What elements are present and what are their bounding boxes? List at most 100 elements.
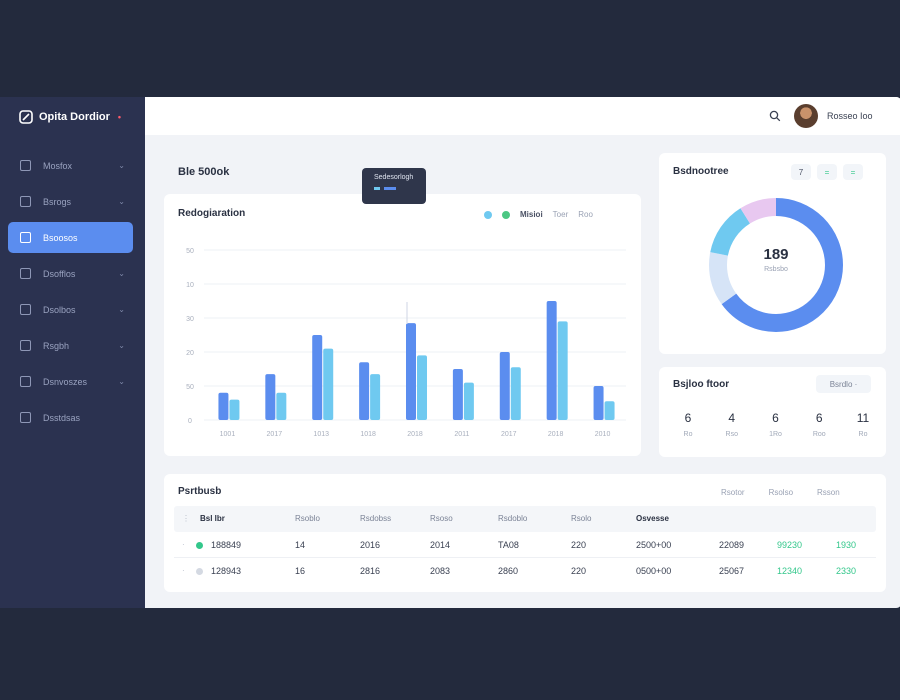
chevron-down-icon: ⌄ — [118, 269, 125, 278]
brand[interactable]: Opita Dordior • — [19, 110, 121, 124]
stat-item: 11 Ro — [848, 411, 878, 438]
x-tick-label: 1001 — [220, 431, 236, 438]
column-header[interactable]: Rsoblo — [295, 514, 320, 523]
sidebar-item-8[interactable]: Dsstdsas — [8, 402, 133, 433]
bar[interactable] — [229, 399, 240, 420]
chevron-down-icon: ⌄ — [118, 197, 125, 206]
y-tick-label: 30 — [186, 316, 194, 323]
stat-value: 6 — [684, 411, 692, 425]
stats-row: 6 Ro 4 Rso 6 1Ro 6 Roo 11 Ro — [673, 411, 878, 438]
table-filter[interactable]: Rsotor — [721, 488, 745, 497]
table-cell: 2083 — [430, 566, 451, 576]
chevron-down-icon: ⌄ — [118, 341, 125, 350]
tooltip-title: Sedesorlogh — [374, 174, 414, 181]
stat-label: Ro — [858, 431, 868, 438]
table-cell: 16 — [295, 566, 306, 576]
bar[interactable] — [276, 392, 287, 420]
tooltip-value-bars — [374, 187, 396, 190]
bar[interactable] — [406, 323, 416, 420]
bar[interactable] — [499, 352, 510, 420]
status-dot — [196, 542, 203, 549]
x-tick-label: 2018 — [548, 431, 564, 438]
stat-value: 11 — [856, 411, 870, 425]
table-filter[interactable]: Rsolso — [769, 488, 793, 497]
y-tick-label: 0 — [188, 418, 192, 425]
bar[interactable] — [546, 301, 557, 420]
row-index: · — [182, 540, 185, 549]
x-tick-label: 2017 — [501, 431, 517, 438]
sidebar-item-label: Dsolbos — [43, 304, 76, 315]
table-card: Psrtbusb Rsotor Rsolso Rsson ⋮ Bsl lbr R… — [164, 474, 886, 592]
sidebar-item-3[interactable]: Bsoosos — [8, 222, 133, 253]
x-tick-label: 1013 — [313, 431, 329, 438]
search-icon[interactable] — [769, 110, 781, 122]
logo-icon — [19, 110, 33, 124]
sidebar-item-2[interactable]: Bsrogs ⌄ — [8, 186, 133, 217]
grid-icon — [20, 412, 31, 423]
x-tick-label: 1018 — [360, 431, 376, 438]
bar[interactable] — [593, 386, 604, 420]
table-cell: 2816 — [360, 566, 381, 576]
column-header[interactable]: Osvesse — [636, 514, 669, 523]
column-header[interactable]: Rsoso — [430, 514, 453, 523]
user-name[interactable]: Rosseo Ioo — [827, 111, 873, 121]
table-filter[interactable]: Rsson — [817, 488, 840, 497]
avatar[interactable] — [794, 104, 818, 128]
table-header-actions: Rsotor Rsolso Rsson — [721, 488, 840, 497]
bar[interactable] — [370, 374, 381, 420]
table-cell: 2330 — [836, 566, 857, 576]
sidebar-item-label: Mosfox — [43, 160, 73, 171]
bar[interactable] — [265, 374, 276, 420]
bar[interactable] — [452, 369, 463, 420]
donut-subtitle: Rsbsbo — [764, 266, 788, 273]
list-icon — [20, 232, 31, 243]
table-cell: 2860 — [498, 566, 519, 576]
table-cell: 2500+00 — [636, 540, 672, 550]
bar[interactable] — [417, 355, 427, 420]
row-index: · — [182, 566, 185, 575]
page-title: Ble 500ok — [178, 166, 230, 178]
chevron-down-icon: ⌄ — [118, 377, 125, 386]
y-tick-label: 50 — [186, 384, 194, 391]
bar[interactable] — [312, 335, 323, 420]
sidebar-item-4[interactable]: Dsofflos ⌄ — [8, 258, 133, 289]
bar[interactable] — [359, 362, 370, 420]
stat-item: 6 Roo — [804, 411, 834, 438]
sidebar-item-5[interactable]: Dsolbos ⌄ — [8, 294, 133, 325]
sidebar-item-label: Bsrogs — [43, 196, 72, 207]
bar[interactable] — [323, 348, 334, 420]
x-tick-label: 2017 — [267, 431, 283, 438]
sidebar-item-label: Dsnvoszes — [43, 376, 88, 387]
table-header: ⋮ Bsl lbr Rsoblo Rsdobss Rsoso Rsdoblo R… — [174, 506, 876, 532]
sidebar-item-7[interactable]: Dsnvoszes ⌄ — [8, 366, 133, 397]
column-header[interactable]: Rsdoblo — [498, 514, 527, 523]
x-tick-label: 2011 — [454, 431, 469, 438]
bar[interactable] — [510, 367, 521, 420]
stats-dropdown-button[interactable]: Bsrdlo · — [816, 375, 871, 393]
sidebar-item-1[interactable]: Mosfox ⌄ — [8, 150, 133, 181]
column-header[interactable]: Rsdobss — [360, 514, 391, 523]
tag-icon — [20, 340, 31, 351]
bar[interactable] — [463, 382, 474, 420]
top-bar: Rosseo Ioo — [145, 97, 900, 135]
column-header[interactable]: Rsolo — [571, 514, 591, 523]
chevron-down-icon: ⌄ — [118, 305, 125, 314]
x-tick-label: 2010 — [595, 431, 611, 438]
bar[interactable] — [218, 392, 229, 420]
table-row[interactable]: · 188849 14 2016 2014 TA08 220 2500+00 2… — [174, 532, 876, 558]
stat-label: Roo — [812, 431, 826, 438]
bar[interactable] — [557, 321, 568, 420]
table-cell: 128943 — [211, 566, 242, 576]
bar[interactable] — [604, 401, 615, 420]
table-cell: 99230 — [777, 540, 803, 550]
document-icon — [20, 196, 31, 207]
stats-title: Bsjloo ftoor — [673, 379, 730, 390]
table-row[interactable]: · 128943 16 2816 2083 2860 220 0500+00 2… — [174, 558, 876, 584]
sidebar-item-6[interactable]: Rsgbh ⌄ — [8, 330, 133, 361]
stat-label: Ro — [683, 431, 693, 438]
main-panel: Rosseo Ioo Ble 500ok Redogiaration Misio… — [145, 97, 900, 608]
bar-chart-card: Redogiaration Misioi Toer Roo 0 50 20 30 10 5… — [164, 194, 641, 456]
donut-center: 189 Rsbsbo — [741, 246, 811, 273]
column-header[interactable]: Bsl lbr — [200, 514, 225, 523]
table-cell: 2014 — [430, 540, 451, 550]
